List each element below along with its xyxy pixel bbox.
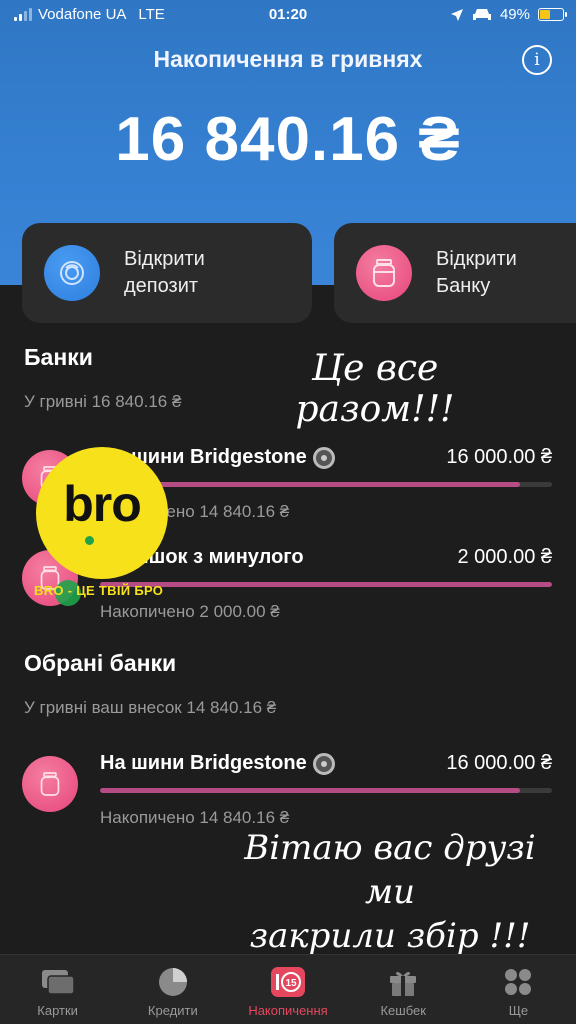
open-deposit-label-2: депозит — [124, 275, 199, 297]
jar-icon — [356, 245, 412, 301]
location-icon — [450, 8, 463, 21]
info-icon[interactable]: i — [522, 45, 552, 75]
bank-goal: 2 000.00 ₴ — [457, 546, 552, 568]
sticker-text: bro — [63, 476, 142, 532]
savings-icon: 15 — [270, 965, 306, 999]
bro-sticker: bro — [36, 447, 168, 579]
tire-icon — [312, 752, 335, 775]
tab-cards[interactable]: Картки — [0, 955, 115, 1024]
tab-bar: Картки Кредити 15 Накопичення Кешбек Ще — [0, 954, 576, 1024]
tab-savings[interactable]: 15 Накопичення — [230, 955, 345, 1024]
tab-credits[interactable]: Кредити — [115, 955, 230, 1024]
bank-goal: 16 000.00 ₴ — [446, 752, 552, 774]
banks-section-title: Банки — [24, 344, 93, 370]
note-line-1: Вітаю вас друзі ми — [244, 828, 536, 912]
cards-icon — [40, 965, 76, 999]
progress-bar — [100, 582, 552, 587]
open-jar-label-2: Банку — [436, 275, 491, 297]
tab-label: Накопичення — [248, 1003, 328, 1018]
tab-label: Ще — [508, 1003, 529, 1018]
open-jar-button[interactable]: Відкрити Банку — [334, 223, 576, 323]
battery-percent: 49% — [499, 6, 530, 23]
total-balance: 16 840.16 ₴ — [115, 105, 461, 174]
bank-name: На шини Bridgestone — [100, 752, 307, 774]
favorite-bank-item[interactable]: На шини Bridgestone 16 000.00 ₴ Накопиче… — [0, 752, 576, 832]
tire-icon — [312, 446, 335, 469]
bank-saved: Накопичено 14 840.16 ₴ — [100, 808, 290, 827]
handwritten-note-bottom: Вітаю вас друзі ми закрили збір !!! — [220, 826, 560, 958]
battery-icon — [538, 8, 567, 21]
open-deposit-label-1: Відкрити — [124, 248, 205, 270]
open-deposit-button[interactable]: Відкрити депозит — [22, 223, 312, 323]
tab-label: Картки — [37, 1003, 78, 1018]
banks-section-subtitle: У гривні 16 840.16 ₴ — [24, 392, 182, 411]
open-jar-label-1: Відкрити — [436, 248, 517, 270]
tab-label: Кешбек — [380, 1003, 426, 1018]
bank-goal: 16 000.00 ₴ — [446, 446, 552, 468]
page-title: Накопичення в гривнях — [153, 46, 423, 72]
tab-more[interactable]: Ще — [461, 955, 576, 1024]
savings-badge: 15 — [285, 978, 297, 989]
sticker-dot — [85, 536, 94, 545]
bank-saved: Накопичено 2 000.00 ₴ — [100, 602, 280, 621]
more-icon — [500, 965, 536, 999]
favorites-section-title: Обрані банки — [24, 650, 177, 676]
car-icon — [472, 8, 491, 20]
gift-icon — [385, 965, 421, 999]
status-bar: Vodafone UA LTE 01:20 49% — [0, 6, 576, 28]
tab-label: Кредити — [147, 1003, 198, 1018]
deposit-icon — [44, 245, 100, 301]
handwritten-note-top: Це все разом!!! — [295, 348, 455, 430]
sticker-caption: BRO - ЦЕ ТВІЙ БРО — [34, 583, 164, 598]
tab-cashback[interactable]: Кешбек — [346, 955, 461, 1024]
jar-icon — [22, 756, 78, 812]
progress-bar — [100, 788, 552, 793]
pie-chart-icon — [155, 965, 191, 999]
note-line-2: закрили збір !!! — [249, 916, 531, 956]
favorites-section-subtitle: У гривні ваш внесок 14 840.16 ₴ — [24, 698, 277, 717]
